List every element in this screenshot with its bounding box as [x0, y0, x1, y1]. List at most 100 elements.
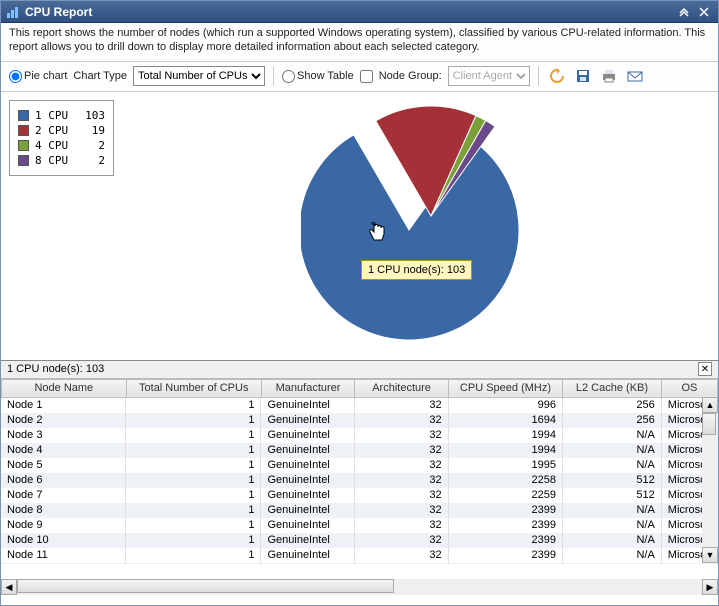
table-row[interactable]: Node 71GenuineIntel322259512Microsof [1, 488, 718, 503]
scroll-up-icon[interactable]: ▲ [702, 397, 718, 413]
pie-chart[interactable] [301, 104, 541, 347]
legend-swatch [18, 140, 29, 151]
column-header[interactable]: Manufacturer [261, 379, 355, 397]
table-cell: Node 7 [1, 488, 126, 503]
table-cell: GenuineIntel [261, 413, 355, 428]
table-cell: Microsof [661, 563, 717, 564]
table-row[interactable]: Node 51GenuineIntel321995N/AMicrosof [1, 458, 718, 473]
table-cell: 512 [563, 473, 662, 488]
legend-item[interactable]: 1 CPU103 [18, 109, 105, 122]
node-group-select[interactable]: Client Agent [448, 66, 530, 86]
save-icon[interactable] [573, 66, 593, 86]
legend-item[interactable]: 8 CPU2 [18, 154, 105, 167]
close-icon[interactable] [696, 4, 712, 20]
table-cell: GenuineIntel [261, 458, 355, 473]
table-cell: 2399 [448, 503, 562, 518]
legend-item[interactable]: 4 CPU2 [18, 139, 105, 152]
email-icon[interactable] [625, 66, 645, 86]
column-header[interactable]: CPU Speed (MHz) [448, 379, 562, 397]
vertical-scrollbar[interactable]: ▲ ▼ [702, 397, 718, 563]
table-cell: GenuineIntel [261, 473, 355, 488]
table-cell: 1 [126, 503, 261, 518]
table-cell: 512 [563, 488, 662, 503]
table-cell: Node 1 [1, 398, 126, 413]
table-cell: Node 10 [1, 533, 126, 548]
column-header[interactable]: Architecture [355, 379, 449, 397]
table-row[interactable]: Node 11GenuineIntel32996256Microsof [1, 398, 718, 413]
table-caption: 1 CPU node(s): 103 [7, 363, 104, 375]
table-cell: 1 [126, 473, 261, 488]
show-table-radio[interactable]: Show Table [282, 70, 354, 83]
report-icon [7, 6, 19, 18]
table-cell: N/A [563, 548, 662, 563]
table-cell: Node 9 [1, 518, 126, 533]
scroll-thumb[interactable] [702, 413, 716, 435]
table-cell: 1 [126, 413, 261, 428]
data-grid: Node NameTotal Number of CPUsManufacture… [1, 379, 718, 398]
column-header[interactable]: Total Number of CPUs [126, 379, 261, 397]
pie-chart-radio-input[interactable] [9, 70, 22, 83]
table-cell: 2259 [448, 488, 562, 503]
table-row[interactable]: Node 81GenuineIntel322399N/AMicrosof [1, 503, 718, 518]
show-table-radio-input[interactable] [282, 70, 295, 83]
print-icon[interactable] [599, 66, 619, 86]
pie-chart-label: Pie chart [24, 70, 67, 82]
table-cell: Node 5 [1, 458, 126, 473]
table-cell: 256 [563, 398, 662, 413]
table-cell: GenuineIntel [261, 503, 355, 518]
report-description: This report shows the number of nodes (w… [1, 23, 718, 62]
table-close-button[interactable]: ✕ [698, 362, 712, 376]
column-header[interactable]: Node Name [2, 379, 127, 397]
table-cell: N/A [563, 563, 662, 564]
table-cell: 2399 [448, 533, 562, 548]
table-row[interactable]: Node 41GenuineIntel321994N/AMicrosof [1, 443, 718, 458]
table-cell: 1 [126, 488, 261, 503]
collapse-icon[interactable] [676, 4, 692, 20]
table-cell: 1995 [448, 458, 562, 473]
table-cell: 32 [355, 533, 449, 548]
legend-value: 19 [79, 124, 105, 137]
chart-type-select[interactable]: Total Number of CPUs [133, 66, 265, 86]
legend-item[interactable]: 2 CPU19 [18, 124, 105, 137]
table-cell: N/A [563, 443, 662, 458]
pie-chart-radio[interactable]: Pie chart [9, 70, 67, 83]
table-row[interactable]: Node 91GenuineIntel322399N/AMicrosof [1, 518, 718, 533]
chart-legend: 1 CPU103 2 CPU19 4 CPU2 8 CPU2 [9, 100, 114, 176]
legend-value: 2 [79, 139, 105, 152]
show-table-label: Show Table [297, 70, 354, 82]
table-cell: Node 2 [1, 413, 126, 428]
table-cell: 32 [355, 413, 449, 428]
toolbar: Pie chart Chart Type Total Number of CPU… [1, 62, 718, 92]
table-cell: 2399 [448, 518, 562, 533]
table-cell: GenuineIntel [261, 398, 355, 413]
scroll-left-icon[interactable]: ◀ [1, 579, 17, 595]
scroll-thumb[interactable] [17, 579, 394, 593]
column-header[interactable]: OS [661, 379, 717, 397]
table-cell: 32 [355, 428, 449, 443]
table-cell: GenuineIntel [261, 548, 355, 563]
table-row[interactable]: Node 21GenuineIntel321694256Microsof [1, 413, 718, 428]
divider [273, 66, 274, 86]
table-cell: 2399 [448, 548, 562, 563]
scroll-down-icon[interactable]: ▼ [702, 547, 718, 563]
show-table-checkbox[interactable] [360, 70, 373, 83]
table-row[interactable]: Node 111GenuineIntel322399N/AMicrosof [1, 548, 718, 563]
table-cell: Node 8 [1, 503, 126, 518]
table-cell: 1 [126, 443, 261, 458]
chart-type-label: Chart Type [73, 70, 127, 82]
legend-swatch [18, 125, 29, 136]
legend-label: 1 CPU [35, 109, 73, 122]
table-cell: 1 [126, 458, 261, 473]
horizontal-scrollbar[interactable]: ◀ ▶ [1, 579, 718, 595]
table-cell: GenuineIntel [261, 488, 355, 503]
table-row[interactable]: Node 31GenuineIntel321994N/AMicrosof [1, 428, 718, 443]
table-cell: N/A [563, 533, 662, 548]
table-row[interactable]: Node 121GenuineIntel322399N/AMicrosof [1, 563, 718, 564]
table-row[interactable]: Node 61GenuineIntel322258512Microsof [1, 473, 718, 488]
table-cell: N/A [563, 518, 662, 533]
scroll-right-icon[interactable]: ▶ [702, 579, 718, 595]
refresh-icon[interactable] [547, 66, 567, 86]
column-header[interactable]: L2 Cache (KB) [563, 379, 662, 397]
table-cell: N/A [563, 458, 662, 473]
table-row[interactable]: Node 101GenuineIntel322399N/AMicrosof [1, 533, 718, 548]
